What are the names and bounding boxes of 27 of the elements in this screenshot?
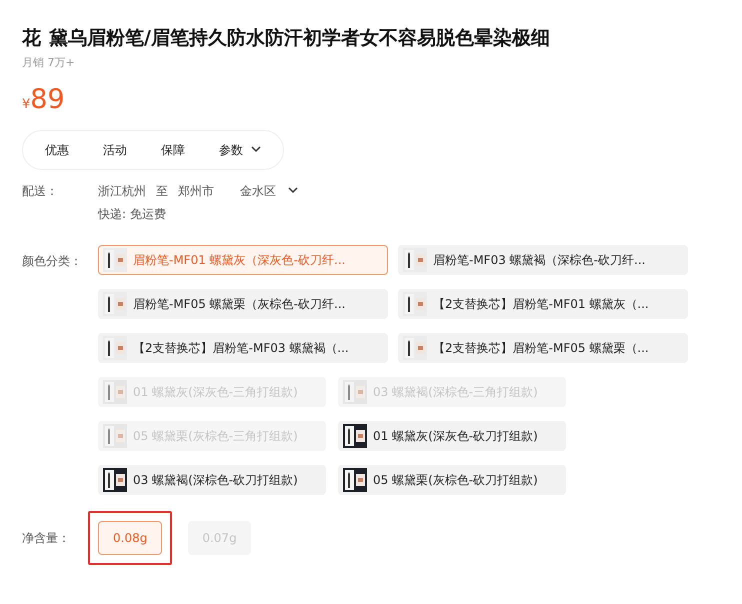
to-text: 至 [156,182,168,200]
tab[interactable]: 参数 [203,134,277,164]
chevron-down-icon [251,146,261,153]
field-label: 配送： [22,182,59,200]
variant-option[interactable]: 【2支替换芯】眉粉笔-MF05 螺黛栗（... [398,332,688,362]
variant-option[interactable]: 眉粉笔-MF03 螺黛褐（深棕色-砍刀纤... [398,244,688,274]
shipping-text: 快递: 免运费 [98,206,167,222]
variant-option[interactable]: 眉粉笔-MF05 螺黛栗（灰棕色-砍刀纤... [98,288,388,318]
product-title: 黛乌眉粉笔/眉笔持久防水防汗初学者女不容易脱色晕染极细 [49,26,550,51]
tab[interactable]: 活动 [87,134,143,164]
tab[interactable]: 优惠 [29,134,85,164]
field-label: 净含量： [22,530,71,546]
field-label: 颜色分类： [22,252,83,270]
variant-option[interactable]: 03 螺黛褐(深棕色-砍刀打组款) [98,464,326,494]
district-selector[interactable]: 金水区 [240,182,298,200]
chevron-down-icon [288,187,298,194]
monthly-sales: 月销 7万+ [22,55,76,71]
origin-text: 浙江杭州 [98,182,146,200]
currency-symbol: ¥ [22,96,30,114]
variant-option[interactable]: 【2支替换芯】眉粉笔-MF03 螺黛褐（... [98,332,388,362]
tab[interactable]: 保障 [145,134,201,164]
variant-option[interactable]: 【2支替换芯】眉粉笔-MF01 螺黛灰（... [398,288,688,318]
product-title: 花 [22,26,41,51]
price: 89 [30,82,65,116]
variant-option[interactable]: 05 螺黛栗(灰棕色-砍刀打组款) [338,464,566,494]
city-text: 郑州市 [178,182,214,200]
variant-option[interactable]: 01 螺黛灰(深灰色-砍刀打组款) [338,420,566,450]
